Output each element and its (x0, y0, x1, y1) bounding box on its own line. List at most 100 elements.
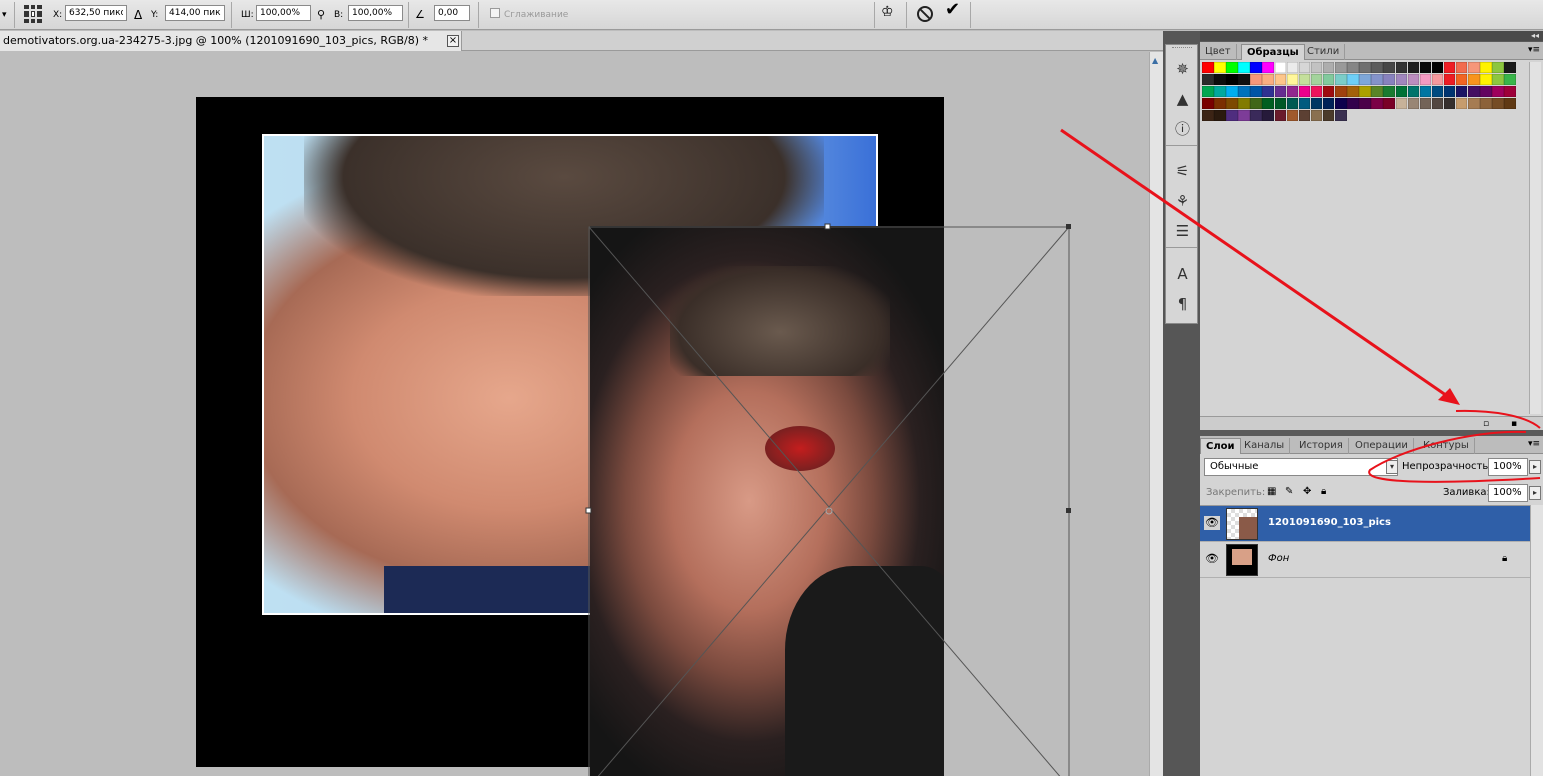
tool-arrow-icon[interactable]: ▾ (2, 8, 7, 22)
swatch[interactable] (1310, 86, 1323, 97)
swatch[interactable] (1202, 98, 1214, 109)
swatch-grid[interactable] (1202, 62, 1528, 122)
swatch[interactable] (1298, 62, 1311, 73)
swatch[interactable] (1202, 86, 1214, 97)
swatch[interactable] (1310, 98, 1323, 109)
swatch[interactable] (1262, 62, 1274, 73)
swatch[interactable] (1322, 62, 1335, 73)
swatch[interactable] (1504, 62, 1516, 73)
blend-mode-select[interactable]: Обычные (1204, 458, 1398, 476)
swatch[interactable] (1286, 110, 1299, 121)
swatch[interactable] (1238, 74, 1250, 85)
swatch[interactable] (1468, 74, 1480, 85)
fill-input[interactable]: 100% (1488, 484, 1528, 502)
swatch[interactable] (1262, 110, 1274, 121)
lock-paint-icon[interactable]: ✎ (1285, 486, 1293, 497)
opacity-arrow-icon[interactable]: ▸ (1529, 460, 1541, 474)
swatch[interactable] (1395, 74, 1407, 85)
tab-channels[interactable]: Каналы (1239, 438, 1291, 454)
character-icon[interactable]: A (1173, 265, 1192, 284)
swatch[interactable] (1504, 86, 1516, 97)
panel-collapse-bar[interactable]: ◂◂ (1200, 31, 1543, 41)
swatch[interactable] (1322, 74, 1335, 85)
transform-box[interactable] (0, 52, 1149, 776)
swatch[interactable] (1419, 98, 1432, 109)
swatch[interactable] (1238, 98, 1250, 109)
swatch[interactable] (1250, 74, 1262, 85)
swatch[interactable] (1395, 98, 1407, 109)
visibility-eye-icon[interactable]: 👁︎ (1204, 516, 1220, 530)
visibility-eye-icon[interactable]: 👁︎ (1204, 552, 1220, 566)
swatch[interactable] (1504, 74, 1516, 85)
swatch[interactable] (1214, 62, 1226, 73)
swatch[interactable] (1238, 110, 1250, 121)
swatch[interactable] (1395, 62, 1407, 73)
tab-styles[interactable]: Стили (1302, 44, 1346, 60)
swatch[interactable] (1238, 86, 1250, 97)
adjustments-icon[interactable]: ⚟ (1173, 162, 1192, 181)
height-input[interactable] (348, 5, 403, 21)
swatch[interactable] (1286, 74, 1299, 85)
layer-name[interactable]: 1201091690_103_pics (1268, 517, 1391, 528)
swatch[interactable] (1262, 86, 1274, 97)
swatch[interactable] (1214, 86, 1226, 97)
swatch[interactable] (1480, 62, 1492, 73)
swatch[interactable] (1274, 110, 1287, 121)
swatch[interactable] (1395, 86, 1407, 97)
swatch[interactable] (1468, 98, 1480, 109)
swatch[interactable] (1383, 86, 1395, 97)
swatch[interactable] (1371, 86, 1383, 97)
info-icon[interactable]: ⓘ (1173, 120, 1192, 139)
swatch[interactable] (1335, 86, 1347, 97)
document-tab[interactable]: demotivators.org.ua-234275-3.jpg @ 100% … (0, 31, 462, 51)
swatch[interactable] (1407, 86, 1420, 97)
swatch[interactable] (1335, 62, 1347, 73)
swatch[interactable] (1455, 86, 1468, 97)
layers-menu-icon[interactable]: ▾≡ (1528, 439, 1540, 449)
swatch[interactable] (1310, 110, 1323, 121)
swatch[interactable] (1262, 74, 1274, 85)
lock-move-icon[interactable]: ✥ (1303, 486, 1311, 497)
swatch[interactable] (1298, 86, 1311, 97)
masks-icon[interactable]: ⚘ (1173, 192, 1192, 211)
scroll-up-icon[interactable]: ▲ (1152, 56, 1158, 65)
swatch[interactable] (1347, 74, 1359, 85)
tab-layers[interactable]: Слои (1200, 438, 1241, 454)
link-icon[interactable]: ⚲ (317, 8, 325, 22)
swatch[interactable] (1504, 98, 1516, 109)
layer-row[interactable]: 👁︎ 1201091690_103_pics (1200, 506, 1530, 542)
histogram-icon[interactable]: ▲ (1173, 90, 1192, 109)
swatch[interactable] (1310, 74, 1323, 85)
swatch[interactable] (1455, 74, 1468, 85)
swatch[interactable] (1250, 98, 1262, 109)
swatch[interactable] (1310, 62, 1323, 73)
swatch[interactable] (1250, 62, 1262, 73)
new-swatch-icon[interactable]: ▫ (1483, 419, 1489, 429)
swatch[interactable] (1443, 86, 1456, 97)
navigator-icon[interactable]: ✵ (1173, 60, 1192, 79)
swatch[interactable] (1407, 62, 1420, 73)
canvas-area[interactable] (0, 52, 1149, 776)
swatch[interactable] (1286, 62, 1299, 73)
swatch[interactable] (1443, 74, 1456, 85)
y-input[interactable] (165, 5, 225, 21)
commit-icon[interactable]: ✔ (945, 1, 960, 19)
swatch[interactable] (1480, 74, 1492, 85)
swatch[interactable] (1335, 110, 1347, 121)
swatch[interactable] (1419, 74, 1432, 85)
swatch[interactable] (1202, 62, 1214, 73)
swatch[interactable] (1347, 62, 1359, 73)
swatch[interactable] (1359, 98, 1371, 109)
swatch[interactable] (1226, 74, 1238, 85)
tab-actions[interactable]: Операции (1350, 438, 1414, 454)
lock-all-icon[interactable]: 🔒︎ (1321, 486, 1326, 497)
swatch[interactable] (1371, 62, 1383, 73)
blend-mode-arrow-icon[interactable]: ▾ (1386, 460, 1398, 474)
swatch[interactable] (1455, 62, 1468, 73)
swatch[interactable] (1298, 74, 1311, 85)
panel-menu-icon[interactable]: ▾≡ (1528, 45, 1540, 55)
close-tab-button[interactable]: × (447, 35, 459, 47)
swatch[interactable] (1226, 86, 1238, 97)
swatch[interactable] (1202, 74, 1214, 85)
swatch[interactable] (1468, 62, 1480, 73)
